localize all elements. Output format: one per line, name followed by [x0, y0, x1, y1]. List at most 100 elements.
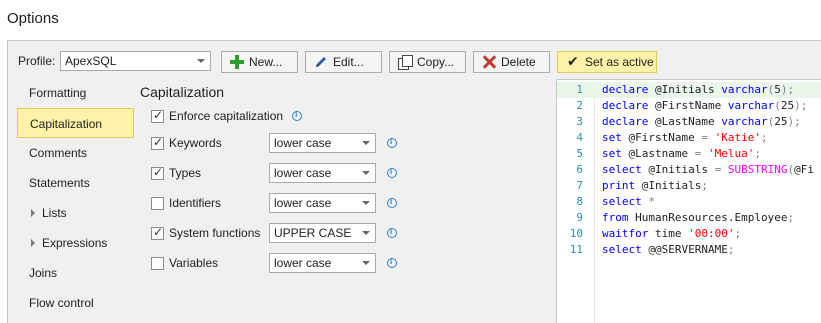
code-token: from — [602, 211, 629, 224]
edit-button[interactable]: Edit... — [305, 51, 382, 73]
info-icon[interactable] — [387, 167, 397, 178]
keywords-case-select[interactable]: lower case — [269, 133, 376, 153]
code-token: declare — [602, 115, 649, 128]
nav-item-label: Flow control — [29, 296, 94, 310]
code-text: from HumanResources.Employee; — [602, 210, 794, 226]
code-line: 8 select * — [557, 194, 821, 210]
nav-item-joins[interactable]: Joins — [17, 258, 134, 288]
code-text: select @Initials = SUBSTRING(@Fi — [602, 162, 814, 178]
code-text: declare @LastName varchar(25); — [602, 114, 801, 130]
nav-item-label: Expressions — [42, 236, 108, 250]
code-token: ; — [760, 131, 768, 144]
code-token: declare — [602, 99, 649, 112]
delete-button[interactable]: Delete — [473, 51, 550, 73]
identifiers-option: Identifiers — [151, 193, 221, 213]
code-token: @FirstName — [648, 99, 728, 112]
sql-preview-editor[interactable]: 1 declare @Initials varchar(5); 2 declare @… — [556, 79, 821, 323]
types-case-select[interactable]: lower case — [269, 163, 376, 183]
code-token: @FirstName — [621, 131, 702, 144]
code-token: select — [602, 163, 642, 176]
new-button-label: New... — [249, 55, 283, 69]
code-token: print — [602, 179, 636, 192]
nav-item-label: Comments — [29, 146, 88, 160]
identifiers-checkbox[interactable] — [151, 196, 164, 210]
nav-item-label: Capitalization — [30, 117, 103, 131]
nav-item-label: Statements — [29, 176, 90, 190]
info-icon[interactable] — [387, 227, 397, 238]
enforce-capitalization-checkbox[interactable] — [151, 108, 164, 123]
line-number: 6 — [576, 163, 583, 176]
code-token: @Initials — [635, 179, 702, 192]
code-text: declare @FirstName varchar(25); — [602, 98, 807, 114]
info-icon[interactable] — [292, 110, 303, 121]
expand-arrow-icon[interactable] — [31, 239, 35, 247]
system-functions-case-select[interactable]: UPPER CASE — [269, 223, 376, 243]
keywords-label: Keywords — [169, 136, 222, 150]
nav-item-lists[interactable]: Lists — [17, 198, 134, 228]
code-text: declare @Initials varchar(5); — [602, 82, 794, 98]
plus-icon — [230, 55, 244, 69]
edit-button-label: Edit... — [333, 55, 364, 69]
title-bar: Options — [0, 0, 821, 40]
expand-arrow-icon[interactable] — [31, 209, 35, 217]
line-number: 8 — [576, 195, 583, 208]
line-number: 7 — [576, 179, 583, 192]
code-line: 10 waitfor time '00:00'; — [557, 226, 821, 242]
profile-label: Profile: — [18, 54, 56, 68]
nav-item-flow-control[interactable]: Flow control — [17, 288, 134, 318]
code-token: HumanResources.Employee — [628, 211, 788, 224]
info-icon[interactable] — [387, 257, 397, 268]
set-as-active-button[interactable]: Set as active — [557, 51, 657, 73]
variables-option: Variables — [151, 253, 218, 273]
code-token: varchar — [727, 99, 775, 112]
line-number: 5 — [576, 147, 583, 160]
keywords-checkbox[interactable] — [151, 135, 164, 150]
info-icon[interactable] — [387, 197, 397, 208]
checkmark-icon — [566, 53, 580, 70]
code-token: ); — [794, 99, 808, 112]
pencil-icon — [314, 55, 328, 69]
nav-item-expressions[interactable]: Expressions — [17, 228, 134, 258]
variables-checkbox[interactable] — [151, 256, 164, 270]
code-token: waitfor — [602, 227, 649, 240]
profile-select[interactable]: ApexSQL — [60, 51, 211, 71]
enforce-capitalization-label: Enforce capitalization — [169, 109, 284, 123]
identifiers-case-select[interactable]: lower case — [269, 193, 376, 213]
info-icon[interactable] — [387, 137, 397, 148]
variables-case-select[interactable]: lower case — [269, 253, 376, 273]
delete-button-label: Delete — [501, 55, 536, 69]
identifiers-case-value: lower case — [274, 196, 332, 210]
code-token: * — [648, 195, 655, 208]
code-token: SUBSTRING — [727, 163, 788, 176]
types-checkbox[interactable] — [151, 165, 164, 180]
code-token: ; — [701, 179, 708, 192]
nav-item-capitalization[interactable]: Capitalization — [17, 108, 134, 138]
code-token: 'Katie' — [714, 131, 761, 144]
variables-label: Variables — [169, 256, 219, 270]
code-token: select — [602, 195, 642, 208]
nav-item-statements[interactable]: Statements — [17, 168, 134, 198]
copy-button[interactable]: Copy... — [389, 51, 466, 73]
code-token: set — [602, 147, 622, 160]
section-title: Capitalization — [140, 84, 225, 100]
system-functions-checkbox[interactable] — [151, 225, 164, 240]
nav-item-label: Formatting — [29, 86, 87, 100]
code-token: ); — [787, 115, 801, 128]
line-number: 1 — [576, 83, 583, 96]
code-text: waitfor time '00:00'; — [602, 226, 741, 242]
code-line: 7 print @Initials; — [557, 178, 821, 194]
code-text: select @@SERVERNAME; — [602, 242, 734, 258]
copy-button-label: Copy... — [417, 55, 455, 69]
identifiers-label: Identifiers — [169, 196, 222, 210]
code-token: '00:00' — [688, 227, 735, 240]
nav-item-comments[interactable]: Comments — [17, 138, 134, 168]
code-token: ( — [774, 99, 781, 112]
enforce-capitalization-option: Enforce capitalization — [151, 106, 303, 126]
chevron-down-icon — [362, 201, 370, 205]
nav-item-formatting[interactable]: Formatting — [17, 78, 134, 108]
new-button[interactable]: New... — [221, 51, 298, 73]
chevron-down-icon — [362, 231, 370, 235]
